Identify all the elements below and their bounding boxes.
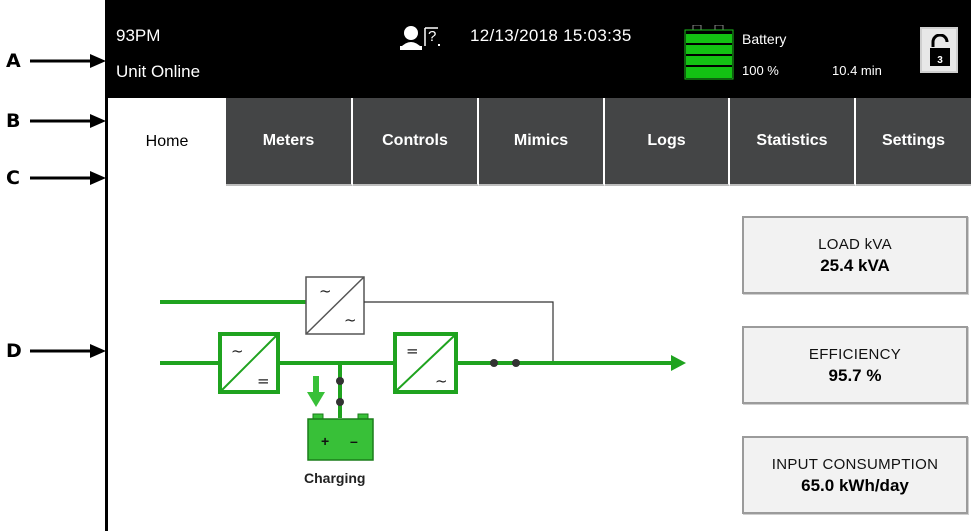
breaker-dot xyxy=(336,377,344,385)
arrow-right-icon xyxy=(30,171,106,185)
svg-text:~: ~ xyxy=(435,372,448,390)
battery-label: Battery xyxy=(742,31,787,47)
callout-c-letter: C xyxy=(6,167,20,189)
lock-button[interactable]: 3 xyxy=(920,27,958,73)
callout-d: D xyxy=(0,341,108,361)
arrow-right-icon xyxy=(30,114,106,128)
dc-ac-converter-icon: = ~ xyxy=(393,332,458,394)
callout-b: B xyxy=(0,111,108,131)
arrow-right-icon xyxy=(30,54,106,68)
tab-statistics[interactable]: Statistics xyxy=(730,98,856,186)
bypass-output-line xyxy=(364,301,554,362)
callout-d-letter: D xyxy=(6,340,22,362)
breaker-dot xyxy=(512,359,520,367)
load-kva-label: LOAD kVA xyxy=(818,236,892,253)
svg-text:=: = xyxy=(406,342,419,360)
input-consumption-label: INPUT CONSUMPTION xyxy=(771,456,939,473)
efficiency-button[interactable]: EFFICIENCY 95.7 % xyxy=(742,326,968,404)
unlocked-padlock-icon: 3 xyxy=(930,34,950,66)
ac-dc-converter-icon: ~ = xyxy=(218,332,280,394)
tab-label: Settings xyxy=(881,132,946,149)
battery-runtime: 10.4 min xyxy=(832,63,882,78)
breaker-dot xyxy=(490,359,498,367)
callout-a-letter: A xyxy=(6,50,21,72)
callout-c: C xyxy=(0,168,108,188)
tab-label: Statistics xyxy=(756,132,828,149)
charge-arrow-icon xyxy=(307,376,325,407)
arrow-right-icon xyxy=(30,344,106,358)
ups-display: 93PM Unit Online ? 12/13/2018 15:03:35 B… xyxy=(105,0,971,531)
svg-text:+: + xyxy=(321,433,329,449)
battery-icon: + – xyxy=(307,413,374,461)
load-kva-button[interactable]: LOAD kVA 25.4 kVA xyxy=(742,216,968,294)
ac-ac-converter-icon: ~ ~ xyxy=(305,276,365,335)
breaker-dot xyxy=(336,398,344,406)
callout-a: A xyxy=(0,51,108,71)
svg-text:~: ~ xyxy=(344,311,357,329)
load-kva-value: 25.4 kVA xyxy=(820,256,890,275)
input-consumption-button[interactable]: INPUT CONSUMPTION 65.0 kWh/day xyxy=(742,436,968,514)
svg-text:=: = xyxy=(257,372,270,390)
tab-settings[interactable]: Settings xyxy=(856,98,971,186)
svg-text:~: ~ xyxy=(231,342,244,360)
callout-b-letter: B xyxy=(6,110,21,132)
battery-status-label: Charging xyxy=(304,470,366,486)
output-arrow xyxy=(671,355,686,371)
efficiency-value: 95.7 % xyxy=(828,366,882,385)
lock-level: 3 xyxy=(937,55,943,66)
input-consumption-value: 65.0 kWh/day xyxy=(801,476,909,495)
efficiency-label: EFFICIENCY xyxy=(808,346,902,363)
power-flow-mimic[interactable]: ~ ~ ~ = = ~ + – xyxy=(108,0,708,531)
battery-percent: 100 % xyxy=(742,63,779,78)
svg-text:~: ~ xyxy=(319,282,332,300)
svg-text:–: – xyxy=(350,433,358,449)
